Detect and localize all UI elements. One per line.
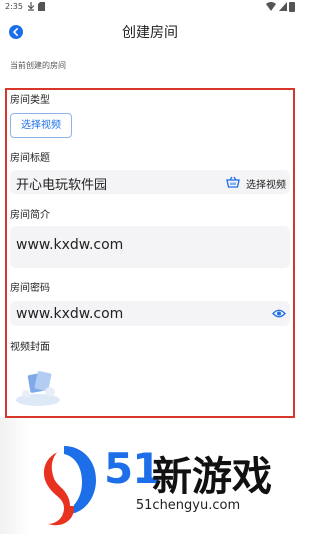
- status-bar: 2:35: [0, 0, 300, 14]
- room-password-value: www.kxdw.com: [16, 306, 124, 322]
- page-title: 创建房间: [122, 25, 178, 41]
- watermark: 51 新游戏 51chengyu.com: [0, 418, 300, 534]
- room-intro-field[interactable]: www.kxdw.com: [10, 226, 290, 268]
- download-icon: [27, 2, 35, 11]
- video-cover-placeholder-image[interactable]: [12, 362, 64, 408]
- wifi-icon: [266, 2, 276, 11]
- select-video-link[interactable]: 选择视频: [246, 176, 286, 191]
- basket-icon[interactable]: [226, 176, 240, 188]
- room-intro-label: 房间简介: [10, 210, 50, 221]
- eye-icon[interactable]: [272, 308, 286, 319]
- room-intro-value: www.kxdw.com: [16, 237, 124, 253]
- cellular-icon: [279, 2, 287, 11]
- watermark-domain: 51chengyu.com: [135, 498, 241, 513]
- room-type-label: 房间类型: [10, 95, 50, 106]
- select-video-button[interactable]: 选择视频: [10, 113, 72, 138]
- watermark-fade: [0, 418, 30, 534]
- room-title-value: 开心电玩软件园: [16, 178, 108, 193]
- watermark-brand-name: 新游戏: [152, 454, 272, 500]
- room-title-label: 房间标题: [10, 153, 50, 164]
- watermark-logo-icon: [43, 446, 96, 526]
- status-time: 2:35: [5, 2, 23, 11]
- battery-icon: [289, 2, 295, 12]
- room-password-field[interactable]: www.kxdw.com: [10, 301, 290, 326]
- room-title-field[interactable]: 开心电玩软件园 选择视频: [10, 170, 290, 194]
- video-cover-label: 视频封面: [10, 342, 50, 353]
- section-caption: 当前创建的房间: [10, 61, 66, 70]
- sd-card-icon: [38, 2, 45, 11]
- room-password-label: 房间密码: [10, 283, 50, 294]
